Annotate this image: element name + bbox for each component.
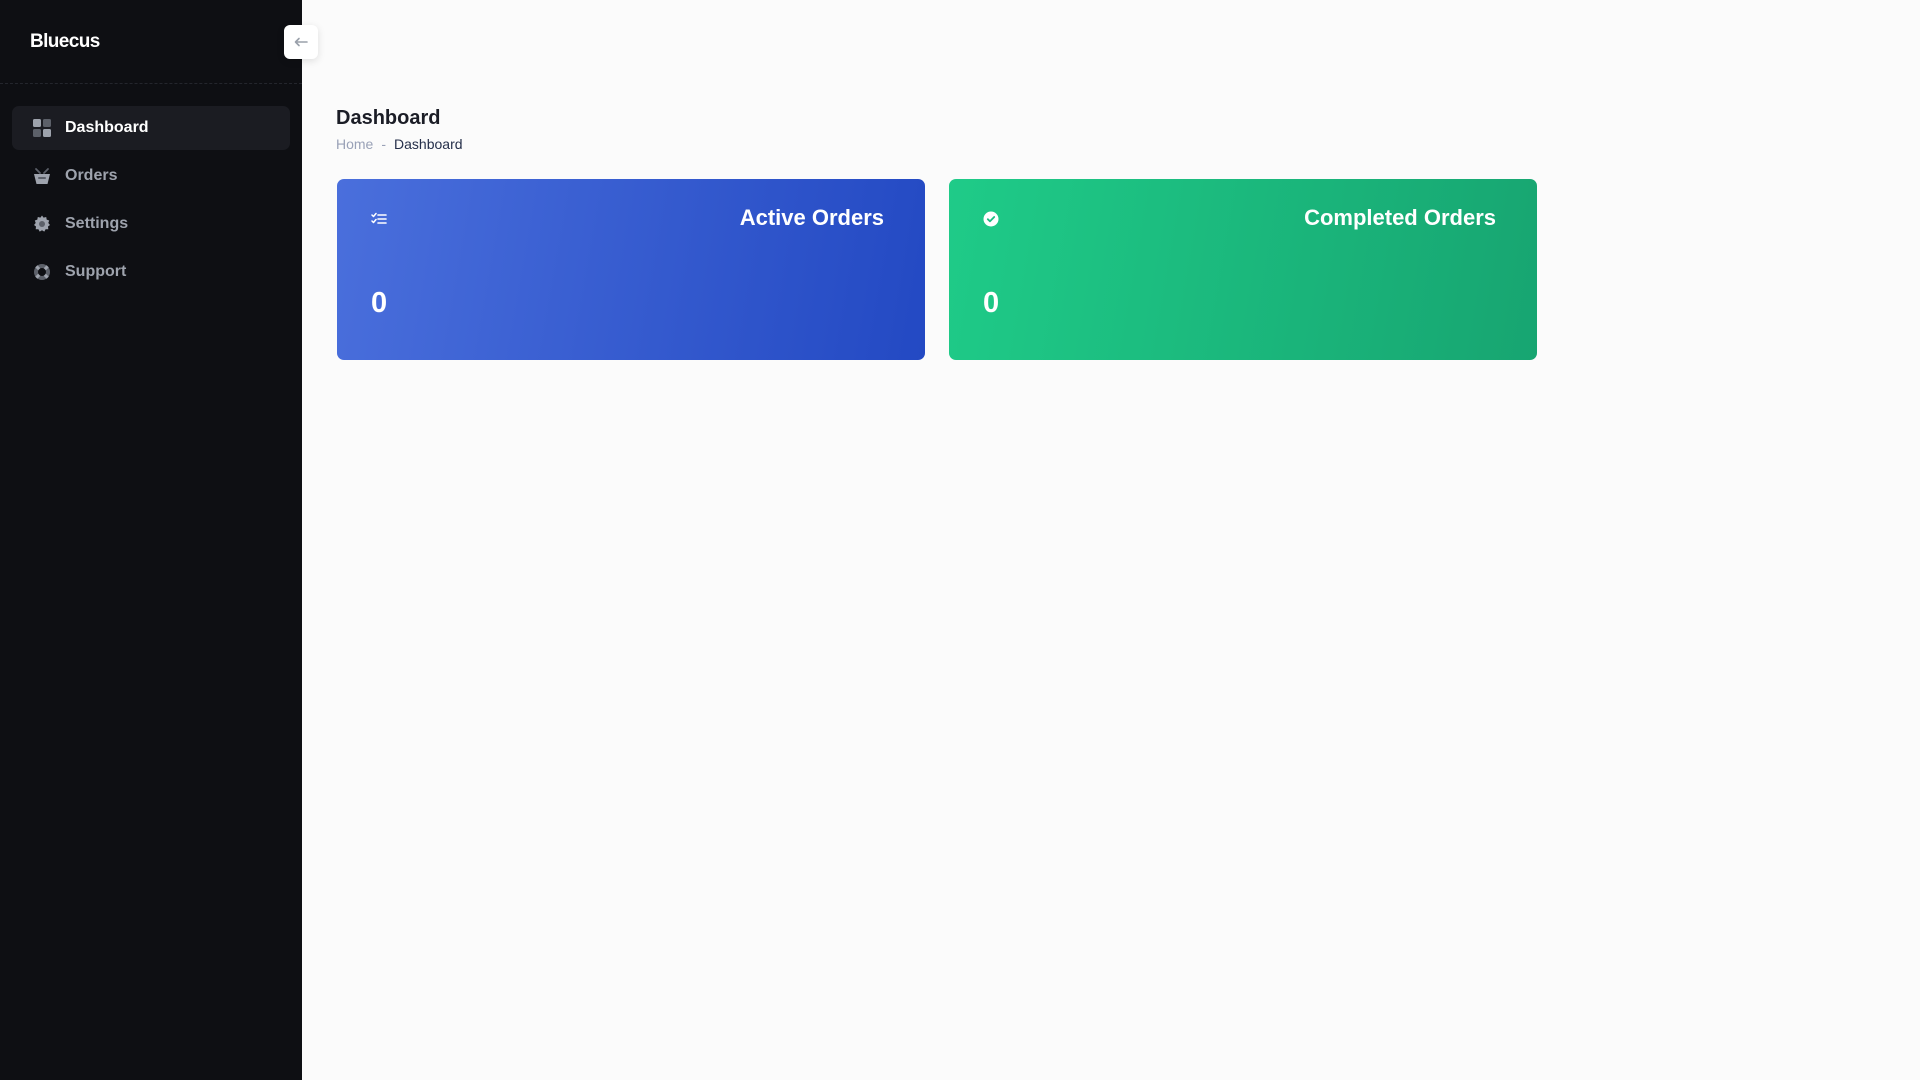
page-title: Dashboard [336, 107, 441, 129]
basket-icon [32, 166, 52, 186]
main-content: Dashboard Home - Dashboard Active Orders… [302, 0, 1920, 1080]
active-orders-card[interactable]: Active Orders 0 [337, 179, 925, 360]
breadcrumb: Home - Dashboard [336, 136, 463, 152]
check-circle-icon [981, 209, 1001, 229]
active-orders-count: 0 [371, 287, 388, 319]
completed-orders-card[interactable]: Completed Orders 0 [949, 179, 1537, 360]
sidebar-item-label: Orders [65, 167, 118, 184]
card-title: Completed Orders [1304, 205, 1496, 230]
checklist-icon [369, 209, 389, 229]
completed-orders-count: 0 [983, 287, 1000, 319]
sidebar-item-dashboard[interactable]: Dashboard [12, 106, 290, 150]
grid-icon [32, 118, 52, 138]
gear-icon [32, 214, 52, 234]
sidebar-item-label: Dashboard [65, 119, 149, 136]
breadcrumb-separator: - [381, 136, 387, 152]
sidebar-item-support[interactable]: Support [12, 250, 290, 294]
sidebar-nav: Dashboard Orders Settings Support [0, 84, 302, 294]
sidebar-item-settings[interactable]: Settings [12, 202, 290, 246]
sidebar-item-orders[interactable]: Orders [12, 154, 290, 198]
lifebuoy-icon [32, 262, 52, 282]
card-title: Active Orders [739, 205, 884, 230]
brand-logo[interactable]: Bluecus [30, 31, 100, 53]
sidebar-header: Bluecus [0, 0, 302, 84]
sidebar-item-label: Support [65, 263, 127, 280]
sidebar: Bluecus Dashboard Orders Settings Suppor… [0, 0, 302, 1080]
app: Bluecus Dashboard Orders Settings Suppor… [0, 0, 1920, 1080]
breadcrumb-current: Dashboard [394, 136, 463, 152]
sidebar-item-label: Settings [65, 215, 129, 232]
breadcrumb-home-link[interactable]: Home [336, 136, 373, 152]
